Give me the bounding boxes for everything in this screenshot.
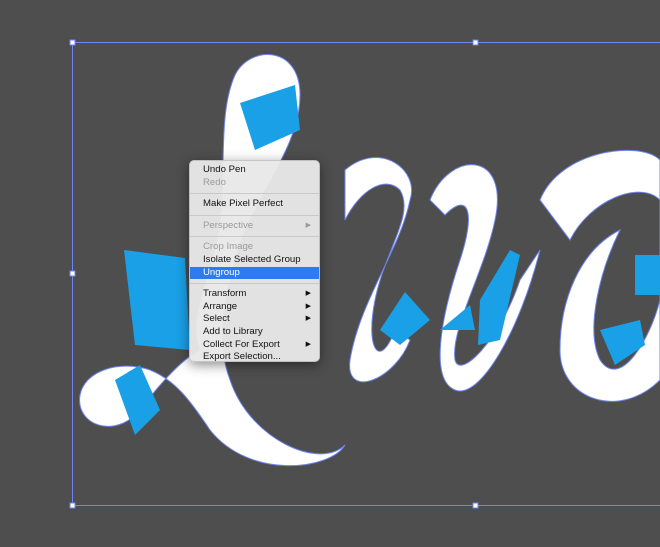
resize-handle: [69, 270, 76, 277]
menu-item-ungroup[interactable]: Ungroup: [190, 266, 319, 280]
menu-item-label: Arrange: [203, 300, 238, 312]
resize-handle: [69, 502, 76, 509]
menu-item-label: Select: [203, 313, 230, 325]
menu-item-label: Crop Image: [203, 241, 254, 253]
menu-item-label: Add to Library: [203, 325, 263, 337]
menu-item-collect-for-export[interactable]: Collect For Export ▶: [190, 339, 319, 352]
menu-item-label: Isolate Selected Group: [203, 253, 301, 265]
menu-item-perspective: Perspective ▶: [190, 220, 319, 233]
menu-item-label: Export Selection...: [203, 351, 281, 363]
submenu-arrow-icon: ▶: [305, 315, 311, 323]
menu-item-transform[interactable]: Transform ▶: [190, 288, 319, 301]
menu-item-undo-pen[interactable]: Undo Pen: [190, 164, 319, 177]
letter-o-shape: [344, 157, 412, 383]
resize-handle: [472, 502, 479, 509]
submenu-arrow-icon: ▶: [305, 290, 311, 298]
menu-item-arrange[interactable]: Arrange ▶: [190, 301, 319, 314]
resize-handle: [472, 39, 479, 46]
submenu-arrow-icon: ▶: [305, 340, 311, 348]
menu-separator: [190, 214, 319, 216]
menu-item-label: Make Pixel Perfect: [203, 198, 283, 210]
menu-separator: [190, 283, 319, 285]
menu-item-select[interactable]: Select ▶: [190, 313, 319, 326]
context-menu: Undo Pen Redo Make Pixel Perfect Perspectiv…: [189, 160, 320, 362]
menu-separator: [190, 193, 319, 195]
resize-handle: [69, 39, 76, 46]
menu-item-label: Perspective: [203, 219, 254, 231]
menu-item-label: Transform: [203, 288, 247, 300]
menu-item-redo: Redo: [190, 177, 319, 190]
menu-separator: [190, 236, 319, 238]
menu-item-label: Undo Pen: [203, 164, 246, 175]
menu-item-make-pixel-perfect[interactable]: Make Pixel Perfect: [190, 198, 319, 211]
letter-v-shape: [429, 164, 541, 392]
menu-item-label: Collect For Export: [203, 338, 280, 350]
menu-item-crop-image: Crop Image: [190, 241, 319, 254]
menu-item-add-to-library[interactable]: Add to Library: [190, 326, 319, 339]
submenu-arrow-icon: ▶: [305, 302, 311, 310]
lettering-artwork[interactable]: [0, 0, 660, 547]
menu-item-label: Ungroup: [203, 266, 240, 278]
menu-item-label: Redo: [203, 176, 226, 188]
menu-item-export-selection[interactable]: Export Selection...: [190, 351, 319, 364]
menu-item-isolate-selected-group[interactable]: Isolate Selected Group: [190, 254, 319, 267]
submenu-arrow-icon: ▶: [305, 221, 311, 229]
